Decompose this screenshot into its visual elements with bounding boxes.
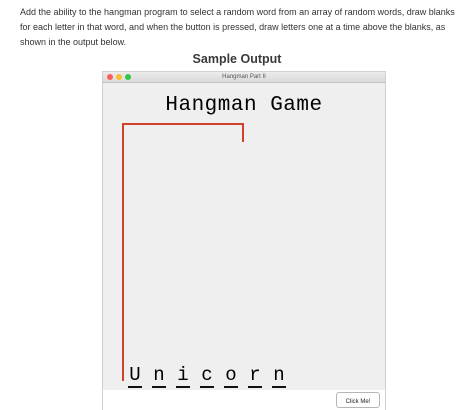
letter: n [153,364,165,386]
letter-slot: n [151,366,175,390]
letter-slot: r [247,366,271,390]
instructions-text: Add the ability to the hangman program t… [20,7,455,47]
drawing-canvas: Hangman Game U n i c o r n [103,83,385,397]
window-titlebar[interactable]: Hangman Part II [103,72,385,83]
sample-output-heading: Sample Output [192,52,282,66]
hangman-window: Hangman Part II Hangman Game U n i c o r… [102,71,386,410]
letter-blank [224,386,238,388]
gallows-beam [122,123,244,125]
letter-blank [272,386,286,388]
letter-blank [128,386,142,388]
letter-slot: n [271,366,295,390]
letter: o [225,364,237,386]
letter-slot: o [223,366,247,390]
letter-blank [248,386,262,388]
letter-slot: U [127,366,151,390]
letter-slot: i [175,366,199,390]
game-title: Hangman Game [165,94,323,117]
letter: i [177,364,189,386]
window-title: Hangman Part II [222,74,266,80]
gallows-rope [242,123,244,142]
letter: r [249,364,261,386]
letter-blank [176,386,190,388]
letter-blank [152,386,166,388]
letter: n [273,364,285,386]
letter-slot: c [199,366,223,390]
button-panel: Click Me! [103,390,385,410]
letter: c [201,364,213,386]
click-me-button[interactable]: Click Me! [336,392,380,408]
gallows-post [122,123,124,381]
letter-blank [200,386,214,388]
word-display: U n i c o r n [127,366,295,390]
letter: U [129,364,141,386]
